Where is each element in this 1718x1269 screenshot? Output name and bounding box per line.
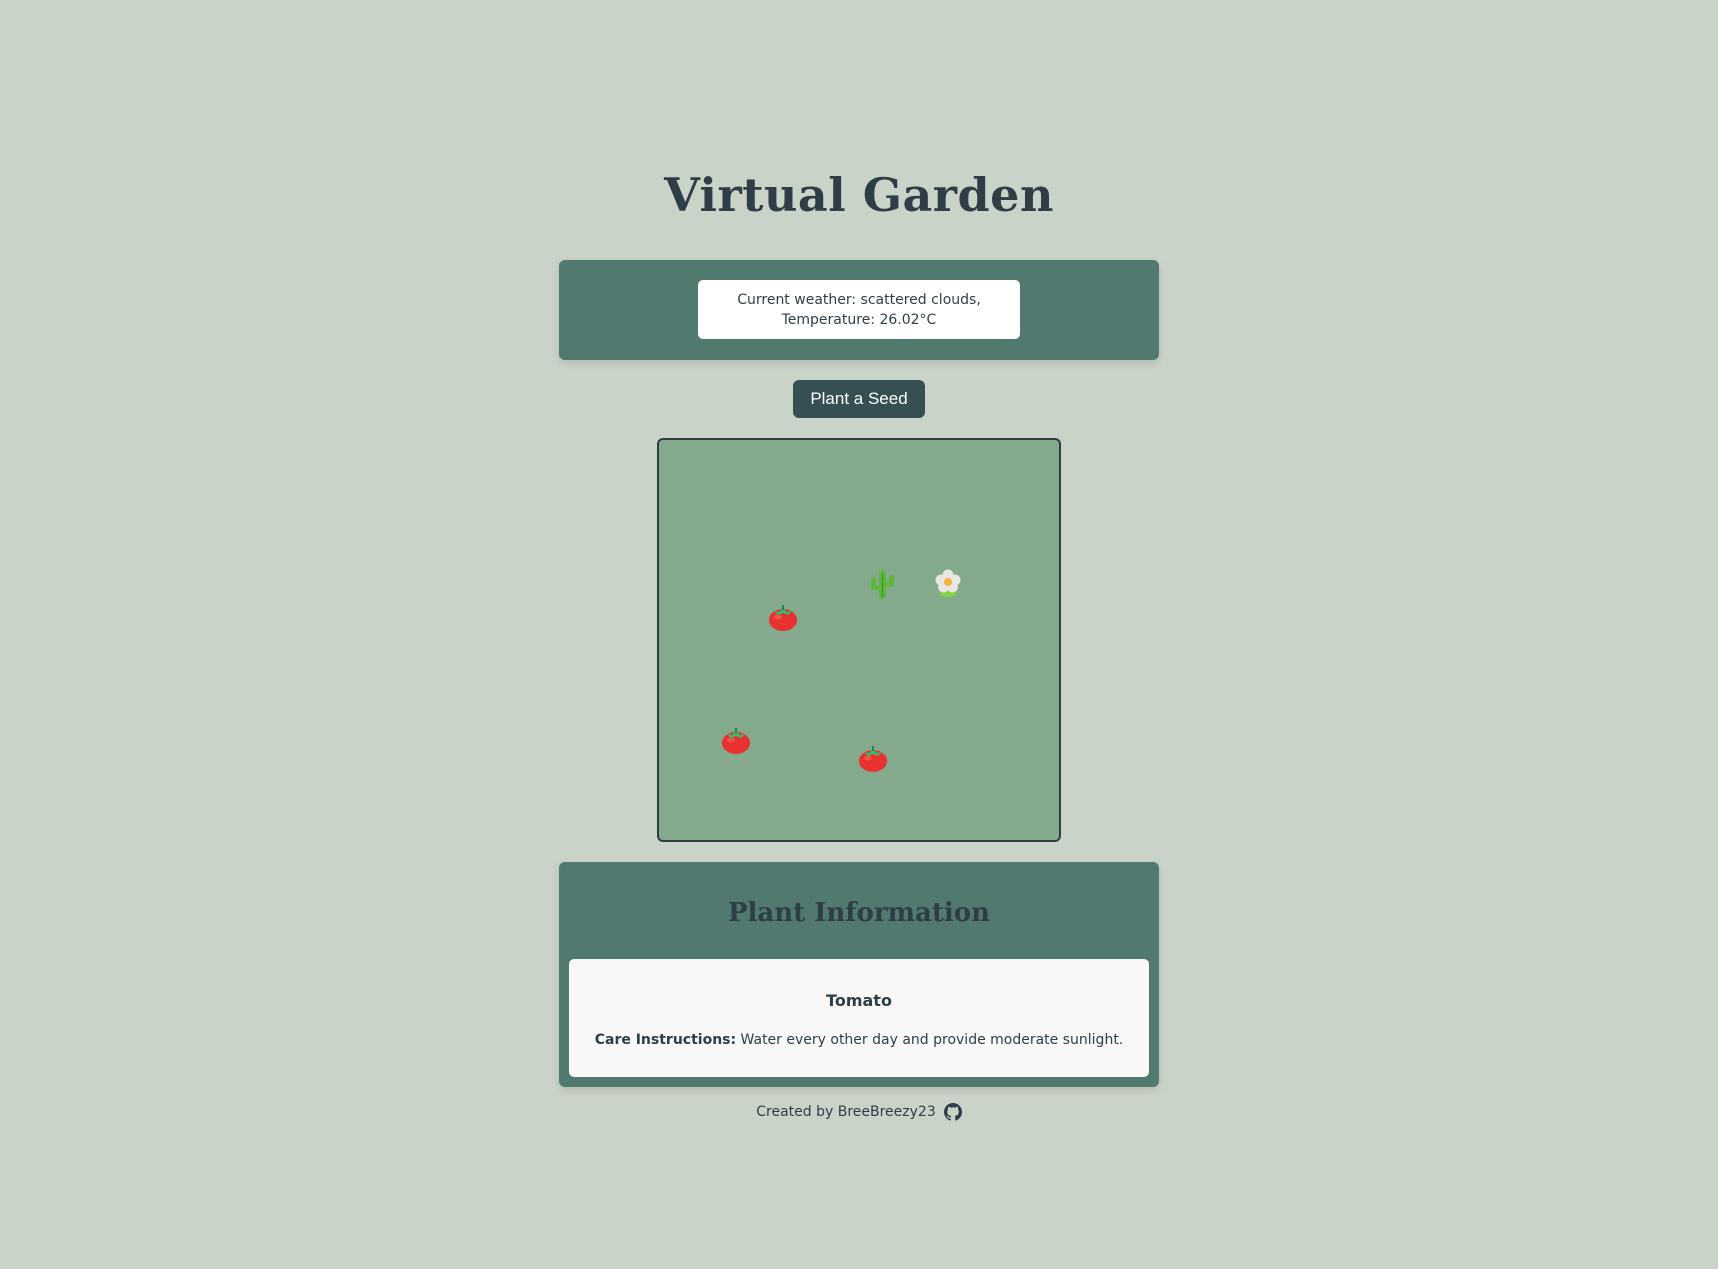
virtual-garden-page: Virtual Garden Current weather: scattere… xyxy=(0,0,1718,1269)
tomato-icon[interactable] xyxy=(766,600,800,634)
plant-info-panel: Plant Information Tomato Care Instructio… xyxy=(559,862,1159,1087)
footer: Created by BreeBreezy23 xyxy=(0,1103,1718,1121)
footer-credit: Created by BreeBreezy23 xyxy=(756,1104,936,1120)
care-instructions-label: Care Instructions: xyxy=(594,1032,737,1048)
blossom-icon[interactable] xyxy=(931,566,965,600)
tomato-icon[interactable] xyxy=(719,723,753,757)
page-title: Virtual Garden xyxy=(664,168,1054,222)
plant-seed-button[interactable]: Plant a Seed xyxy=(793,380,925,418)
weather-panel: Current weather: scattered clouds, Tempe… xyxy=(559,260,1159,360)
plant-info-heading: Plant Information xyxy=(727,898,991,928)
github-icon[interactable] xyxy=(943,1103,962,1121)
garden-plot[interactable] xyxy=(657,438,1061,842)
tomato-icon[interactable] xyxy=(856,741,890,775)
cactus-icon[interactable] xyxy=(865,567,899,601)
weather-temperature: Temperature: 26.02°C xyxy=(781,311,937,328)
plant-name: Tomato xyxy=(826,991,892,1010)
weather-condition: Current weather: scattered clouds, xyxy=(737,291,981,308)
care-instructions: Care Instructions: Water every other day… xyxy=(569,1032,1149,1048)
care-instructions-text: Water every other day and provide modera… xyxy=(736,1032,1124,1048)
plant-info-card: Tomato Care Instructions: Water every ot… xyxy=(569,959,1149,1077)
weather-info: Current weather: scattered clouds, Tempe… xyxy=(698,280,1020,339)
